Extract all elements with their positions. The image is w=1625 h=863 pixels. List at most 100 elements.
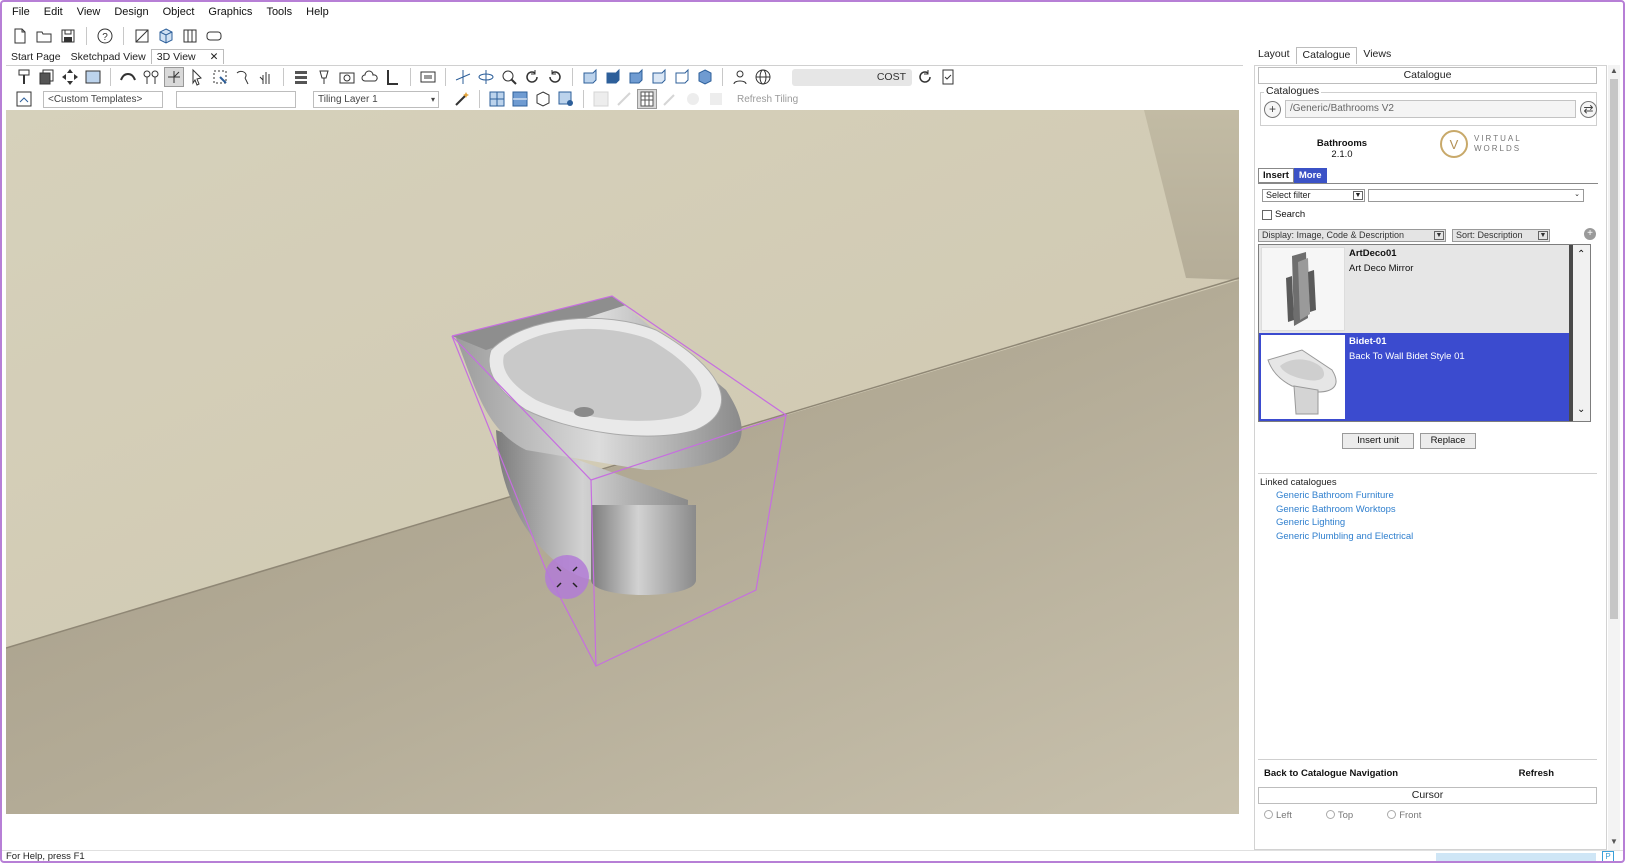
tile-grid-icon[interactable] (637, 89, 657, 109)
new-file-icon[interactable] (10, 26, 30, 46)
chevron-up-icon[interactable]: ⌃ (1577, 249, 1585, 260)
radio-left-button[interactable] (1264, 810, 1273, 819)
template-icon[interactable] (14, 89, 34, 109)
close-tab-icon[interactable]: ✕ (210, 51, 219, 63)
filter-value-select[interactable]: ⌄ (1368, 189, 1584, 202)
tab-more[interactable]: More (1293, 168, 1327, 183)
filter-select[interactable]: Select filter ▼ (1262, 189, 1365, 202)
select-arrow-icon[interactable] (187, 67, 207, 87)
l-shape-icon[interactable] (383, 67, 403, 87)
display-mode-select[interactable]: Display: Image, Code & Description ▼ (1258, 229, 1446, 242)
chevron-down-icon[interactable]: ⌄ (1577, 404, 1585, 415)
cursor-section-header[interactable]: Cursor (1258, 787, 1597, 804)
menu-object[interactable]: Object (163, 6, 195, 22)
linked-catalogue-link[interactable]: Generic Bathroom Worktops (1276, 504, 1597, 516)
catalogue-section-header[interactable]: Catalogue (1258, 67, 1597, 84)
add-icon[interactable]: + (1584, 228, 1596, 240)
replace-button[interactable]: Replace (1420, 433, 1476, 449)
tile-remove-icon[interactable] (706, 89, 726, 109)
refresh-tiling-button[interactable]: Refresh Tiling (737, 94, 798, 105)
tile-box-icon[interactable] (533, 89, 553, 109)
refresh-button[interactable]: Refresh (1519, 768, 1554, 779)
picture-icon[interactable] (83, 67, 103, 87)
tab-catalogue[interactable]: Catalogue (1295, 47, 1358, 64)
radio-left[interactable]: Left (1264, 810, 1292, 821)
paint-roller-icon[interactable] (14, 67, 34, 87)
tab-views[interactable]: Views (1357, 47, 1397, 64)
sort-select[interactable]: Sort: Description ▼ (1452, 229, 1550, 242)
back-to-navigation-button[interactable]: Back to Catalogue Navigation (1264, 768, 1398, 779)
refresh-icon[interactable] (915, 67, 935, 87)
list-scrollbar[interactable]: ⌃ ⌄ (1569, 245, 1590, 421)
rotate-cw-icon[interactable] (522, 67, 542, 87)
move-icon[interactable] (60, 67, 80, 87)
template-name-field[interactable] (176, 90, 296, 108)
panel-scrollbar[interactable]: ▲ ▼ (1608, 65, 1620, 850)
tile-add-icon[interactable] (591, 89, 611, 109)
tab-sketchpad-view[interactable]: Sketchpad View (66, 50, 151, 64)
menu-graphics[interactable]: Graphics (208, 6, 252, 22)
tile-link-icon[interactable] (614, 89, 634, 109)
view-iso-icon[interactable] (695, 67, 715, 87)
plan-view-icon[interactable] (132, 26, 152, 46)
menu-help[interactable]: Help (306, 6, 329, 22)
3d-cube-icon[interactable] (156, 26, 176, 46)
pan-hand-icon[interactable] (256, 67, 276, 87)
globe-icon[interactable] (753, 67, 773, 87)
cloud-icon[interactable] (360, 67, 380, 87)
lasso-icon[interactable] (233, 67, 253, 87)
tab-start-page[interactable]: Start Page (6, 50, 66, 64)
save-icon[interactable] (58, 26, 78, 46)
list-item[interactable]: ArtDeco01 Art Deco Mirror (1259, 245, 1573, 333)
tab-3d-view[interactable]: 3D View ✕ (150, 49, 225, 64)
help-icon[interactable]: ? (95, 26, 115, 46)
add-catalogue-icon[interactable]: + (1264, 100, 1281, 118)
rotate-ccw-icon[interactable] (545, 67, 565, 87)
tiling-layer-combo[interactable]: Tiling Layer 1 ▾ (313, 90, 439, 108)
tile-edit-icon[interactable] (660, 89, 680, 109)
menu-edit[interactable]: Edit (44, 6, 63, 22)
list-item-selected[interactable]: Bidet-01 Back To Wall Bidet Style 01 (1259, 333, 1573, 421)
radio-top[interactable]: Top (1325, 810, 1353, 821)
menu-design[interactable]: Design (114, 6, 148, 22)
wand-icon[interactable] (452, 89, 472, 109)
tab-layout[interactable]: Layout (1252, 47, 1296, 64)
view-top-icon[interactable] (672, 67, 692, 87)
elevation-icon[interactable] (180, 26, 200, 46)
scroll-up-icon[interactable]: ▲ (1608, 66, 1620, 78)
linked-catalogue-link[interactable]: Generic Lighting (1276, 517, 1597, 529)
insert-unit-button[interactable]: Insert unit (1342, 433, 1414, 449)
swap-catalogue-icon[interactable]: ⇄ (1580, 100, 1597, 118)
view-left-icon[interactable] (626, 67, 646, 87)
arc-tool-icon[interactable] (118, 67, 138, 87)
view-right-icon[interactable] (649, 67, 669, 87)
tile-pattern-icon[interactable] (683, 89, 703, 109)
radio-front-button[interactable] (1387, 810, 1397, 819)
linked-catalogue-link[interactable]: Generic Plumbling and Electrical (1276, 531, 1597, 543)
linked-catalogue-link[interactable]: Generic Bathroom Furniture (1276, 490, 1597, 502)
menu-file[interactable]: File (12, 6, 30, 22)
lamp-icon[interactable] (314, 67, 334, 87)
transform-icon[interactable] (164, 67, 184, 87)
handles-icon[interactable] (141, 67, 161, 87)
copy-icon[interactable] (37, 67, 57, 87)
view-back-icon[interactable] (603, 67, 623, 87)
person-icon[interactable] (730, 67, 750, 87)
cost-field[interactable]: COST (792, 68, 912, 86)
radio-top-button[interactable] (1325, 810, 1335, 819)
menu-view[interactable]: View (77, 6, 101, 22)
tile-floor-icon[interactable] (487, 89, 507, 109)
3d-viewport[interactable] (6, 110, 1239, 814)
camera-icon[interactable] (337, 67, 357, 87)
orbit-icon[interactable] (476, 67, 496, 87)
list-icon[interactable] (291, 67, 311, 87)
marquee-select-icon[interactable] (210, 67, 230, 87)
frame-icon[interactable] (418, 67, 438, 87)
open-folder-icon[interactable] (34, 26, 54, 46)
cost-report-icon[interactable] (938, 67, 958, 87)
zoom-icon[interactable] (499, 67, 519, 87)
tab-insert[interactable]: Insert (1258, 168, 1294, 183)
tile-wall-icon[interactable] (510, 89, 530, 109)
perspective-icon[interactable] (204, 26, 224, 46)
catalogue-path-field[interactable]: /Generic/Bathrooms V2 (1285, 100, 1576, 118)
